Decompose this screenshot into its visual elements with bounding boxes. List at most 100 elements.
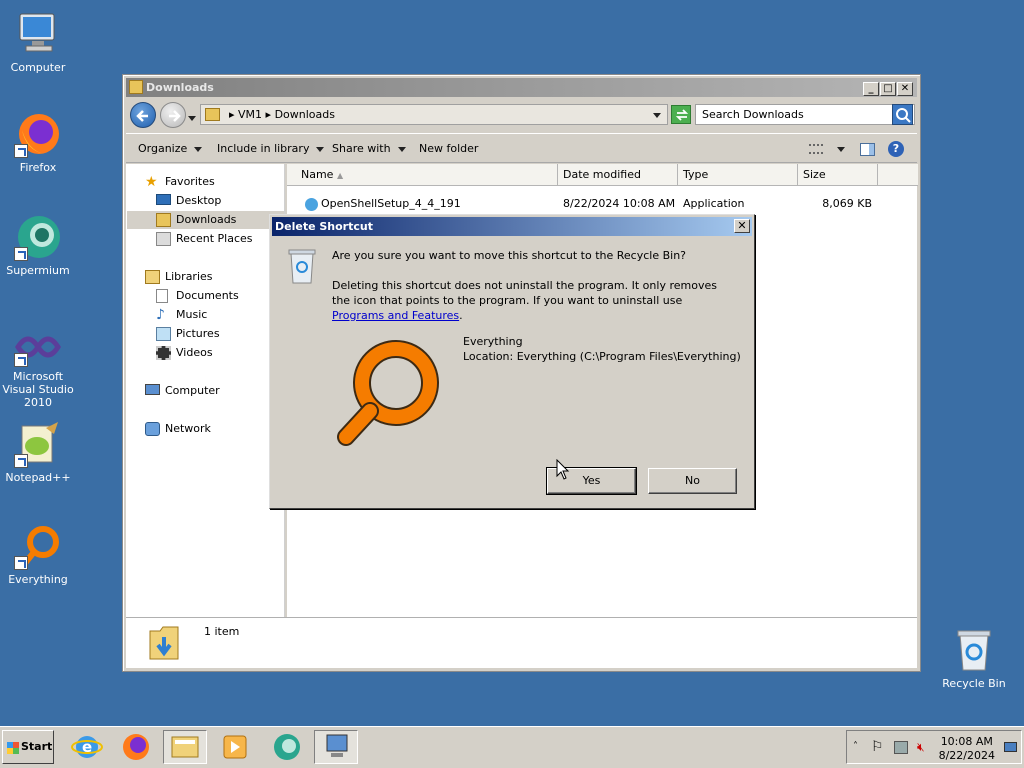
- nav-music[interactable]: ♪ Music: [156, 306, 207, 324]
- minimize-button[interactable]: _: [863, 82, 879, 96]
- new-folder-label: New folder: [419, 142, 479, 155]
- organize-menu[interactable]: Organize: [138, 134, 203, 164]
- taskbar-media-player[interactable]: [212, 730, 256, 764]
- nav-desktop[interactable]: Desktop: [156, 192, 221, 210]
- nav-label: Recent Places: [176, 232, 253, 245]
- breadcrumb-downloads[interactable]: Downloads: [275, 108, 335, 121]
- desktop-icon-notepadpp[interactable]: Notepad++: [0, 420, 76, 484]
- computer-icon: [145, 384, 160, 395]
- supermium-icon: [14, 213, 62, 261]
- nav-recent-places[interactable]: Recent Places: [156, 230, 253, 248]
- desktop-icon-everything[interactable]: Everything: [0, 522, 76, 586]
- desktop-icon-recycle-bin[interactable]: Recycle Bin: [936, 626, 1012, 690]
- nav-label: Music: [176, 308, 208, 321]
- show-desktop-icon[interactable]: [1004, 742, 1017, 752]
- nav-label: Pictures: [176, 327, 220, 340]
- taskbar-explorer[interactable]: [163, 730, 207, 764]
- nav-network[interactable]: Network: [145, 420, 211, 438]
- desktop-icon: [156, 194, 171, 205]
- refresh-button[interactable]: [671, 105, 691, 124]
- downloads-folder-icon: [156, 213, 171, 227]
- desktop-icon-computer[interactable]: Computer: [0, 10, 76, 74]
- file-size: 8,069 KB: [822, 197, 872, 210]
- details-pane: 1 item: [126, 617, 917, 668]
- search-input[interactable]: Search Downloads: [695, 104, 915, 125]
- computer-icon: [14, 10, 62, 58]
- windows-logo-icon: [7, 742, 19, 754]
- view-icon: [809, 144, 823, 154]
- breadcrumb-vm1[interactable]: VM1: [238, 108, 262, 121]
- help-button[interactable]: ?: [888, 134, 904, 164]
- search-button[interactable]: [892, 104, 913, 125]
- column-header-type[interactable]: Type: [678, 164, 798, 186]
- breadcrumb-separator-icon: ▸: [265, 108, 275, 121]
- nav-libraries[interactable]: Libraries: [145, 268, 213, 286]
- maximize-button[interactable]: □: [880, 82, 896, 96]
- back-button[interactable]: [130, 102, 156, 128]
- dialog-titlebar[interactable]: Delete Shortcut: [272, 217, 752, 236]
- column-header-size[interactable]: Size: [798, 164, 878, 186]
- no-button[interactable]: No: [648, 468, 737, 494]
- media-player-icon: [223, 735, 247, 759]
- include-in-library-menu[interactable]: Include in library: [217, 134, 325, 164]
- preview-pane-button[interactable]: [860, 134, 875, 164]
- taskbar-supermium[interactable]: [265, 730, 309, 764]
- command-bar: Organize Include in library Share with N…: [126, 133, 917, 163]
- clock[interactable]: 10:08 AM 8/22/2024: [939, 735, 995, 763]
- nav-favorites[interactable]: ★ Favorites: [145, 173, 215, 191]
- item-count: 1 item: [204, 625, 240, 638]
- nav-pictures[interactable]: Pictures: [156, 325, 220, 343]
- nav-computer[interactable]: Computer: [145, 382, 220, 400]
- file-name-cell: OpenShellSetup_4_4_191: [305, 195, 461, 213]
- column-header-name[interactable]: Name ▲: [287, 164, 558, 186]
- sort-ascending-icon: ▲: [336, 171, 344, 180]
- nav-documents[interactable]: Documents: [156, 287, 239, 305]
- forward-button[interactable]: [160, 102, 186, 128]
- dialog-question: Are you sure you want to move this short…: [332, 249, 687, 262]
- nav-label: Computer: [165, 384, 220, 397]
- dialog-close-button[interactable]: ✕: [734, 219, 750, 233]
- address-dropdown-icon[interactable]: [653, 105, 661, 124]
- change-view-button[interactable]: [809, 134, 845, 164]
- taskbar-internet-explorer[interactable]: e: [65, 730, 109, 764]
- nav-downloads[interactable]: Downloads: [127, 211, 284, 229]
- column-header-date[interactable]: Date modified: [558, 164, 678, 186]
- recent-pages-chevron-icon[interactable]: [188, 111, 196, 124]
- notepadpp-icon: [14, 420, 62, 468]
- file-explorer-icon: [171, 736, 199, 758]
- star-icon: ★: [145, 174, 158, 190]
- column-label: Name: [301, 168, 334, 181]
- taskbar-remote-app[interactable]: [314, 730, 358, 764]
- recycle-bin-icon: [950, 626, 998, 674]
- nav-label: Videos: [176, 346, 213, 359]
- forward-arrow-icon: [169, 110, 181, 122]
- network-tray-icon[interactable]: [894, 741, 908, 754]
- show-hidden-icons-button[interactable]: ˄: [853, 741, 858, 752]
- file-name: OpenShellSetup_4_4_191: [321, 197, 461, 210]
- back-arrow-icon: [136, 110, 148, 122]
- desktop-icon-visual-studio[interactable]: Microsoft Visual Studio 2010: [0, 327, 76, 409]
- close-button[interactable]: ✕: [897, 82, 913, 96]
- dialog-title: Delete Shortcut: [275, 220, 373, 233]
- clock-date: 8/22/2024: [938, 749, 995, 762]
- clock-time: 10:08 AM: [940, 735, 993, 748]
- desktop-icon-supermium[interactable]: Supermium: [0, 213, 76, 277]
- nav-videos[interactable]: Videos: [156, 344, 213, 362]
- mouse-cursor-icon: [556, 459, 570, 480]
- start-button[interactable]: Start: [2, 730, 54, 764]
- action-center-flag-icon[interactable]: ⚐: [871, 739, 884, 755]
- desktop-icon-firefox[interactable]: Firefox: [0, 110, 76, 174]
- nav-label: Downloads: [176, 213, 237, 226]
- share-with-menu[interactable]: Share with: [332, 134, 406, 164]
- nav-label: Network: [165, 422, 211, 435]
- address-field[interactable]: ▸ VM1 ▸ Downloads: [200, 104, 668, 125]
- preview-pane-icon: [860, 142, 875, 156]
- pictures-icon: [156, 327, 171, 341]
- firefox-icon: [14, 110, 62, 158]
- taskbar-firefox[interactable]: [114, 730, 158, 764]
- programs-and-features-link[interactable]: Programs and Features: [332, 309, 459, 322]
- explorer-title: Downloads: [146, 81, 214, 94]
- volume-muted-icon[interactable]: 🔇︎: [917, 740, 925, 755]
- new-folder-button[interactable]: New folder: [419, 134, 478, 164]
- explorer-titlebar[interactable]: Downloads _ □ ✕: [126, 78, 917, 97]
